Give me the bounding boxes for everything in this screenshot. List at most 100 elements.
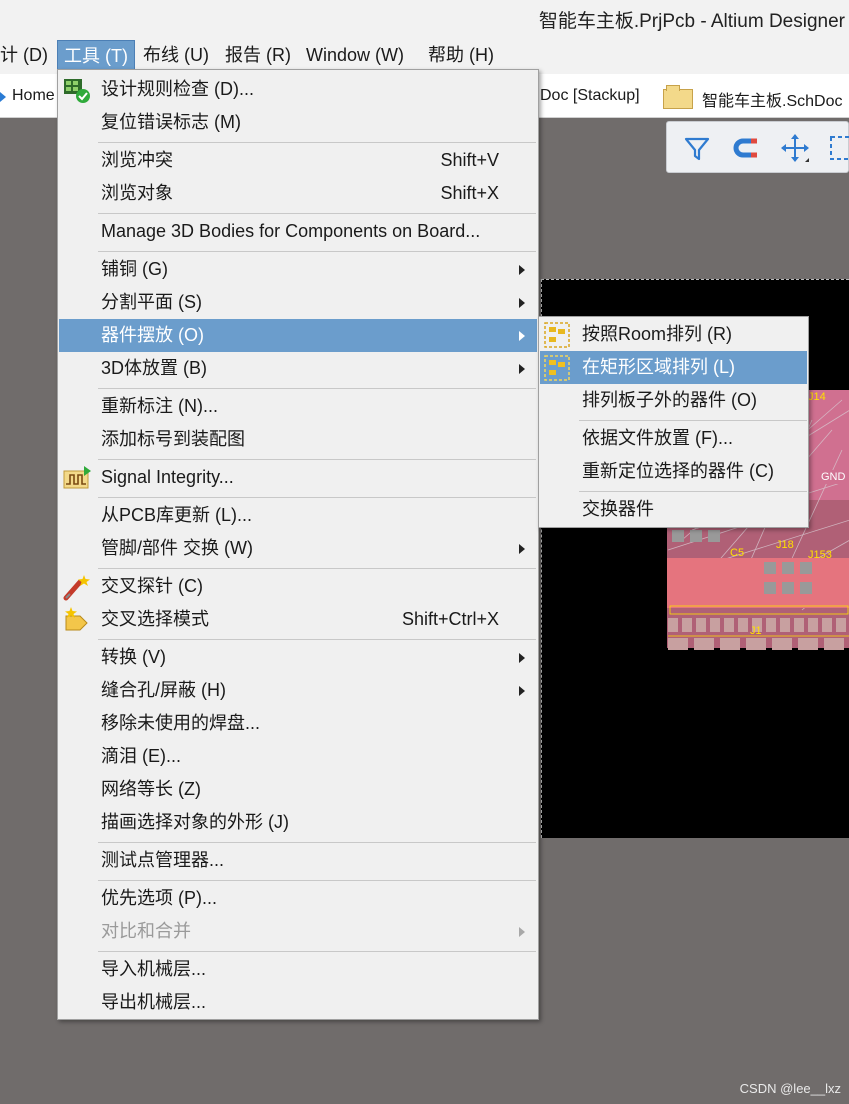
submenu-item-swap-components[interactable]: 交换器件 [540, 493, 807, 526]
pcb-label-j153: J153 [808, 549, 832, 561]
menu-item-teardrops[interactable]: 滴泪 (E)... [59, 740, 537, 773]
menu-item-label: 浏览对象 [101, 183, 173, 203]
menu-item-remove-unused-pads[interactable]: 移除未使用的焊盘... [59, 707, 537, 740]
menu-separator [98, 639, 536, 640]
menu-item-3d-body-placement[interactable]: 3D体放置 (B) [59, 352, 537, 385]
menu-item-label: 网络等长 (Z) [101, 779, 201, 799]
menu-item-label: 铺铜 (G) [101, 259, 168, 279]
menu-item-label: 添加标号到装配图 [101, 429, 245, 449]
arrange-rectangle-icon [544, 355, 570, 381]
menu-item-add-designators-assembly[interactable]: 添加标号到装配图 [59, 423, 537, 456]
tab-stackup[interactable]: Doc [Stackup] [540, 87, 640, 105]
signal-integrity-icon [63, 466, 91, 489]
watermark: CSDN @lee__lxz [739, 1081, 841, 1096]
menu-item-label: 导入机械层... [101, 959, 207, 979]
submenu-item-label: 依据文件放置 (F)... [582, 428, 733, 448]
menu-design[interactable]: 计 (D) [0, 40, 54, 70]
menu-item-label: 移除未使用的焊盘... [101, 713, 261, 733]
menu-item-label: 转换 (V) [101, 647, 166, 667]
menu-item-import-mechanical-layers[interactable]: 导入机械层... [59, 953, 537, 986]
menu-separator [98, 388, 536, 389]
home-arrow-icon [0, 92, 6, 102]
magnet-icon[interactable] [729, 132, 761, 164]
submenu-item-reposition-selected[interactable]: 重新定位选择的器件 (C) [540, 455, 807, 488]
menu-window[interactable]: Window (W) [300, 40, 410, 70]
cross-probe-icon [63, 575, 90, 601]
menu-item-manage-3d-bodies[interactable]: Manage 3D Bodies for Components on Board… [59, 215, 537, 248]
menu-item-export-mechanical-layers[interactable]: 导出机械层... [59, 986, 537, 1019]
menu-item-reset-error-markers[interactable]: 复位错误标志 (M) [59, 106, 537, 139]
menu-item-preferences[interactable]: 优先选项 (P)... [59, 882, 537, 915]
menu-separator [98, 142, 536, 143]
menu-item-design-rule-check[interactable]: 设计规则检查 (D)... [59, 73, 537, 106]
menu-separator [98, 880, 536, 881]
menu-item-polygon-pours[interactable]: 铺铜 (G) [59, 253, 537, 286]
menu-separator [98, 459, 536, 460]
menu-item-via-stitching-shielding[interactable]: 缝合孔/屏蔽 (H) [59, 674, 537, 707]
menu-item-outline-selected-objects[interactable]: 描画选择对象的外形 (J) [59, 806, 537, 839]
submenu-arrow-icon [519, 364, 525, 374]
submenu-separator [579, 491, 807, 492]
submenu-item-arrange-within-room[interactable]: 按照Room排列 (R) [540, 318, 807, 351]
submenu-item-label: 在矩形区域排列 (L) [582, 357, 735, 377]
tab-home[interactable]: Home [12, 87, 55, 105]
pcb-label-j18: J18 [776, 539, 794, 551]
submenu-item-label: 交换器件 [582, 499, 654, 519]
tab-schdoc[interactable]: 智能车主板.SchDoc [702, 87, 842, 111]
menu-separator [98, 842, 536, 843]
menu-item-label: 管脚/部件 交换 (W) [101, 538, 253, 558]
submenu-arrow-icon [519, 544, 525, 554]
menu-item-re-annotate[interactable]: 重新标注 (N)... [59, 390, 537, 423]
submenu-item-label: 按照Room排列 (R) [582, 324, 733, 344]
menu-item-cross-probe[interactable]: 交叉探针 (C) [59, 570, 537, 603]
menu-item-browse-objects[interactable]: 浏览对象 Shift+X [59, 177, 537, 210]
submenu-separator [579, 420, 807, 421]
menu-item-label: 浏览冲突 [101, 150, 173, 170]
move-icon[interactable] [779, 132, 811, 164]
menu-item-split-planes[interactable]: 分割平面 (S) [59, 286, 537, 319]
submenu-item-arrange-outside-board[interactable]: 排列板子外的器件 (O) [540, 384, 807, 417]
menu-help[interactable]: 帮助 (H) [422, 40, 500, 70]
menu-item-label: 分割平面 (S) [101, 292, 202, 312]
filter-icon[interactable] [681, 132, 713, 164]
menu-item-shortcut: Shift+X [440, 183, 499, 203]
submenu-arrow-icon [519, 686, 525, 696]
submenu-item-label: 排列板子外的器件 (O) [582, 390, 757, 410]
menu-separator [98, 251, 536, 252]
submenu-arrow-icon [519, 653, 525, 663]
menu-route[interactable]: 布线 (U) [137, 40, 215, 70]
menu-item-label: 描画选择对象的外形 (J) [101, 812, 289, 832]
menu-item-update-from-pcb-library[interactable]: 从PCB库更新 (L)... [59, 499, 537, 532]
submenu-arrow-icon [519, 927, 525, 937]
schematic-doc-icon [663, 85, 693, 109]
menu-item-label: Manage 3D Bodies for Components on Board… [101, 221, 481, 241]
window-title: 智能车主板.PrjPcb - Altium Designer [538, 11, 845, 32]
menu-item-label: 3D体放置 (B) [101, 358, 208, 378]
menu-reports[interactable]: 报告 (R) [219, 40, 297, 70]
submenu-item-place-from-file[interactable]: 依据文件放置 (F)... [540, 422, 807, 455]
menu-item-label: 交叉探针 (C) [101, 576, 203, 596]
menu-item-convert[interactable]: 转换 (V) [59, 641, 537, 674]
floating-toolbar [666, 121, 849, 173]
menu-item-pin-part-swapping[interactable]: 管脚/部件 交换 (W) [59, 532, 537, 565]
pcb-label-j14: J14 [808, 391, 826, 403]
menu-item-label: 重新标注 (N)... [101, 396, 218, 416]
submenu-item-label: 重新定位选择的器件 (C) [582, 461, 774, 481]
menu-item-label: 设计规则检查 (D)... [101, 79, 254, 99]
menu-item-equalize-net-lengths[interactable]: 网络等长 (Z) [59, 773, 537, 806]
menu-item-testpoint-manager[interactable]: 测试点管理器... [59, 844, 537, 877]
menu-item-shortcut: Shift+V [440, 150, 499, 170]
menu-tools[interactable]: 工具 (T) [57, 40, 135, 70]
submenu-item-arrange-within-rectangle[interactable]: 在矩形区域排列 (L) [540, 351, 807, 384]
menu-item-browse-violations[interactable]: 浏览冲突 Shift+V [59, 144, 537, 177]
arrange-room-icon [544, 322, 570, 348]
menu-item-component-placement[interactable]: 器件摆放 (O) [59, 319, 537, 352]
select-rect-icon[interactable] [827, 132, 849, 164]
drc-icon [64, 79, 90, 103]
tools-dropdown-menu: 设计规则检查 (D)... 复位错误标志 (M) 浏览冲突 Shift+V 浏览… [57, 69, 539, 1020]
pcb-label-gnd: GND [821, 471, 846, 483]
menu-item-label: 对比和合并 [101, 921, 191, 941]
menu-item-label: 缝合孔/屏蔽 (H) [101, 680, 226, 700]
menu-item-cross-select-mode[interactable]: 交叉选择模式 Shift+Ctrl+X [59, 603, 537, 636]
menu-item-signal-integrity[interactable]: Signal Integrity... [59, 461, 537, 494]
